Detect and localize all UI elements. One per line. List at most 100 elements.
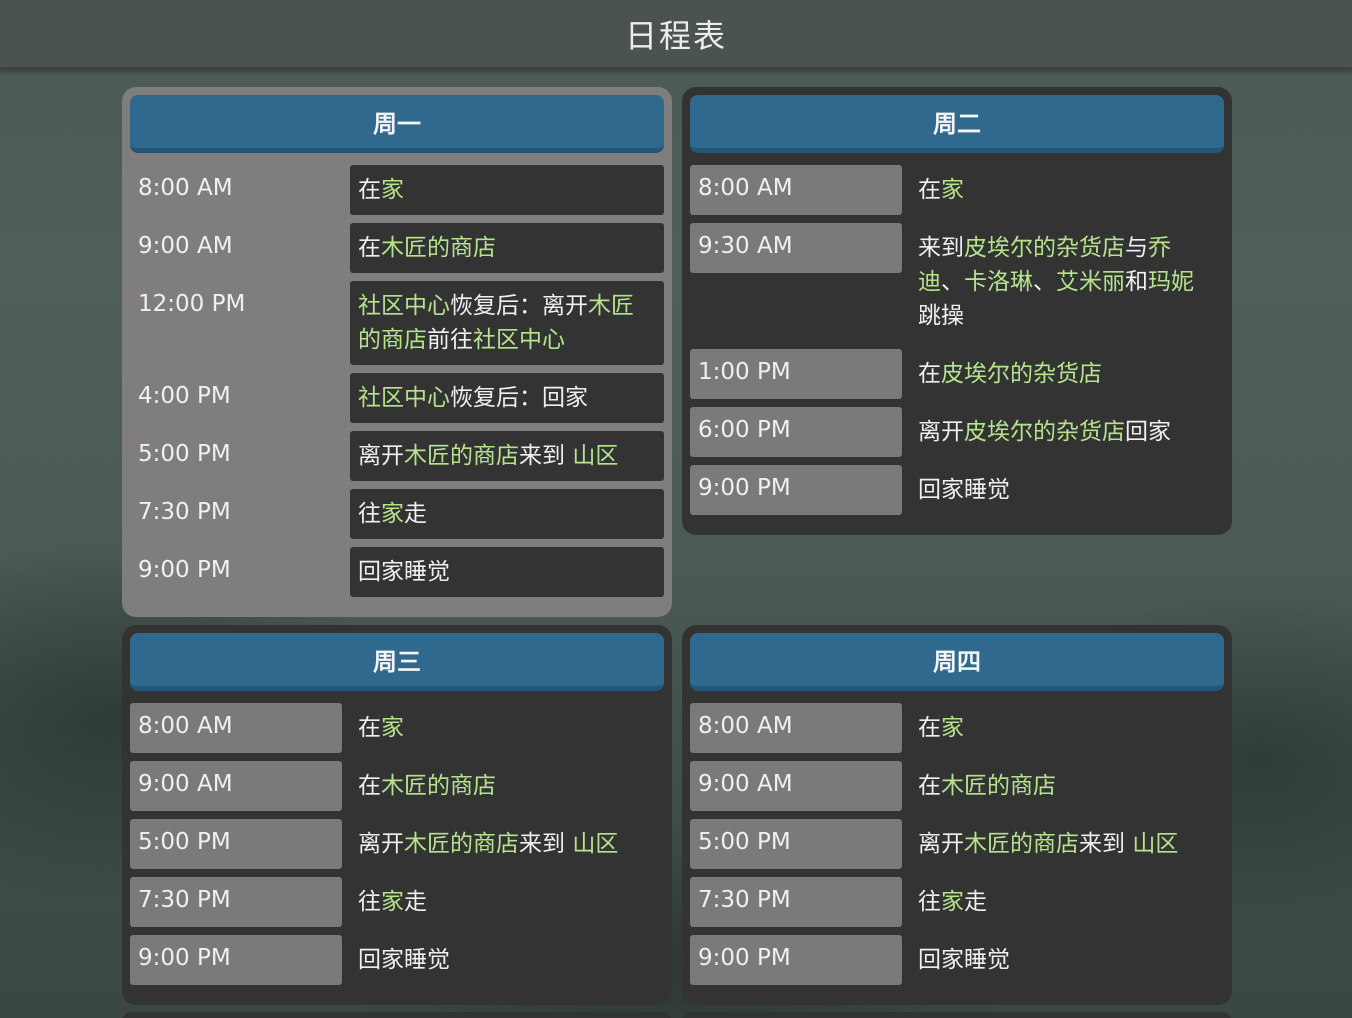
schedule-row: 8:00 AM 在家 — [690, 165, 1224, 215]
schedule-time: 1:00 PM — [690, 349, 902, 399]
schedule-row: 5:00 PM 离开木匠的商店来到 山区 — [690, 819, 1224, 869]
location-name: 皮埃尔的杂货店 — [964, 235, 1125, 261]
activity-text: 、 — [941, 269, 964, 295]
schedule-row: 5:00 PM 离开木匠的商店来到 山区 — [130, 431, 664, 481]
day-header-wednesday: 周三 — [130, 633, 664, 691]
schedule-activity: 往家走 — [350, 877, 664, 927]
location-name: 社区中心 — [358, 385, 450, 411]
activity-text: 走 — [404, 889, 427, 915]
location-name: 玛妮 — [1148, 269, 1194, 295]
schedule-row: 12:00 PM 社区中心恢复后：离开木匠的商店前往社区中心 — [130, 281, 664, 365]
schedule-time: 5:00 PM — [138, 441, 231, 467]
schedule-time: 12:00 PM — [138, 291, 246, 317]
schedule-activity: 在家 — [350, 703, 664, 753]
schedule-activity: 回家睡觉 — [350, 547, 664, 597]
activity-text: 、 — [1033, 269, 1056, 295]
schedule-time: 9:00 PM — [138, 557, 231, 583]
schedule-row: 9:00 PM 回家睡觉 — [130, 935, 664, 985]
schedule-time: 9:00 PM — [690, 465, 902, 515]
activity-text: 恢复后：回家 — [450, 385, 588, 411]
activity-text: 回家 — [1125, 419, 1171, 445]
schedule-activity: 离开木匠的商店来到 山区 — [350, 431, 664, 481]
schedule-activity: 在木匠的商店 — [350, 761, 664, 811]
location-name: 社区中心 — [358, 293, 450, 319]
schedule-list: 8:00 AM 在家 9:00 AM 在木匠的商店 5:00 PM 离开木匠的商店来到 山… — [690, 703, 1224, 985]
location-name: 山区 — [1132, 831, 1179, 857]
location-name: 家 — [381, 889, 404, 915]
schedule-row: 8:00 AM 在家 — [130, 703, 664, 753]
schedule-time: 6:00 PM — [690, 407, 902, 457]
schedule-activity: 回家睡觉 — [350, 935, 664, 985]
schedule-row: 9:00 AM 在木匠的商店 — [690, 761, 1224, 811]
location-name: 木匠的商店 — [404, 443, 519, 469]
activity-text: 回家睡觉 — [918, 477, 1010, 503]
day-card-tuesday[interactable]: 周二 8:00 AM 在家 9:30 AM 来到皮埃尔的杂货店与乔迪、卡洛琳、艾米丽和… — [682, 87, 1232, 535]
day-card-wednesday[interactable]: 周三 8:00 AM 在家 9:00 AM 在木匠的商店 5:00 PM 离开木匠的商店来… — [122, 625, 672, 1005]
schedule-time: 9:30 AM — [690, 223, 902, 273]
activity-text: 恢复后：离开 — [450, 293, 588, 319]
schedule-activity: 来到皮埃尔的杂货店与乔迪、卡洛琳、艾米丽和玛妮跳操 — [910, 223, 1224, 341]
schedule-time: 8:00 AM — [130, 703, 342, 753]
schedule-row: 4:00 PM 社区中心恢复后：回家 — [130, 373, 664, 423]
schedule-activity: 回家睡觉 — [910, 935, 1224, 985]
schedule-activity: 在家 — [350, 165, 664, 215]
activity-text: 离开 — [918, 831, 964, 857]
location-name: 皮埃尔的杂货店 — [941, 361, 1102, 387]
schedule-activity: 社区中心恢复后：回家 — [350, 373, 664, 423]
schedule-row: 9:30 AM 来到皮埃尔的杂货店与乔迪、卡洛琳、艾米丽和玛妮跳操 — [690, 223, 1224, 341]
activity-text: 离开 — [918, 419, 964, 445]
schedule-activity: 在家 — [910, 703, 1224, 753]
activity-text: 走 — [964, 889, 987, 915]
activity-text: 在 — [358, 177, 381, 203]
schedule-row: 1:00 PM 在皮埃尔的杂货店 — [690, 349, 1224, 399]
activity-text: 在 — [358, 715, 381, 741]
location-name: 卡洛琳 — [964, 269, 1033, 295]
next-day-card-edge — [682, 1012, 1232, 1018]
schedule-list: 8:00 AM 在家 9:00 AM 在木匠的商店 5:00 PM 离开木匠的商店来到 山… — [130, 703, 664, 985]
activity-text: 在 — [918, 773, 941, 799]
activity-text: 前往 — [427, 327, 473, 353]
activity-text: 在 — [918, 361, 941, 387]
schedule-activity: 在木匠的商店 — [910, 761, 1224, 811]
schedule-activity: 离开木匠的商店来到 山区 — [350, 819, 664, 869]
schedule-time: 9:00 AM — [138, 233, 233, 259]
next-day-card-edge — [122, 1012, 672, 1018]
schedule-time: 4:00 PM — [138, 383, 231, 409]
activity-text: 来到 — [519, 443, 573, 469]
schedule-time: 5:00 PM — [130, 819, 342, 869]
activity-text: 走 — [404, 501, 427, 527]
schedule-time: 7:30 PM — [690, 877, 902, 927]
schedule-activity: 在家 — [910, 165, 1224, 215]
schedule-row: 9:00 AM 在木匠的商店 — [130, 223, 664, 273]
schedule-activity: 往家走 — [910, 877, 1224, 927]
location-name: 家 — [941, 715, 964, 741]
activity-text: 往 — [358, 501, 381, 527]
schedule-list: 8:00 AM 在家 9:00 AM 在木匠的商店 12:00 PM 社区中心恢复后：离开… — [130, 165, 664, 597]
day-card-thursday[interactable]: 周四 8:00 AM 在家 9:00 AM 在木匠的商店 5:00 PM 离开木匠的商店来… — [682, 625, 1232, 1005]
activity-text: 来到 — [519, 831, 573, 857]
activity-text: 来到 — [1079, 831, 1133, 857]
location-name: 木匠的商店 — [381, 235, 496, 261]
schedule-row: 8:00 AM 在家 — [130, 165, 664, 215]
location-name: 家 — [381, 715, 404, 741]
schedule-activity: 回家睡觉 — [910, 465, 1224, 515]
location-name: 家 — [941, 889, 964, 915]
activity-text: 在 — [918, 177, 941, 203]
schedule-time: 8:00 AM — [138, 175, 233, 201]
schedule-time: 9:00 AM — [130, 761, 342, 811]
schedule-time: 8:00 AM — [690, 703, 902, 753]
day-card-monday[interactable]: 周一 8:00 AM 在家 9:00 AM 在木匠的商店 12:00 PM 社区中心恢复后… — [122, 87, 672, 617]
activity-text: 往 — [918, 889, 941, 915]
schedule-time: 9:00 AM — [690, 761, 902, 811]
day-header-thursday: 周四 — [690, 633, 1224, 691]
location-name: 家 — [381, 501, 404, 527]
day-header-monday: 周一 — [130, 95, 664, 153]
schedule-time: 5:00 PM — [690, 819, 902, 869]
schedule-activity: 离开木匠的商店来到 山区 — [910, 819, 1224, 869]
page-title: 日程表 — [624, 16, 727, 55]
activity-text: 往 — [358, 889, 381, 915]
location-name: 皮埃尔的杂货店 — [964, 419, 1125, 445]
activity-text: 离开 — [358, 831, 404, 857]
schedule-row: 5:00 PM 离开木匠的商店来到 山区 — [130, 819, 664, 869]
location-name: 木匠的商店 — [964, 831, 1079, 857]
